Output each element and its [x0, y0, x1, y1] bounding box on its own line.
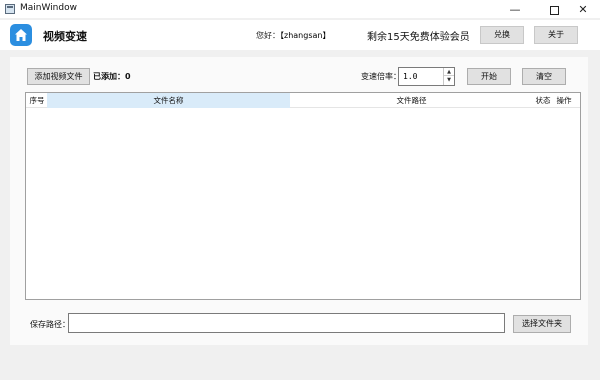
greeting-prefix: 您好：: [256, 31, 280, 40]
about-button[interactable]: 关于: [534, 26, 578, 44]
choose-folder-button[interactable]: 选择文件夹: [513, 315, 571, 333]
redeem-button[interactable]: 兑换: [480, 26, 524, 44]
column-header-seq[interactable]: 序号: [27, 93, 47, 108]
rate-spinbox[interactable]: 1.0 ▲ ▼: [398, 67, 455, 86]
spin-down-icon[interactable]: ▼: [444, 76, 454, 84]
app-logo: [10, 24, 32, 46]
save-path-input[interactable]: [68, 313, 505, 333]
greeting: 您好：【zhangsan】: [256, 30, 330, 41]
rate-label: 变速倍率：: [361, 72, 401, 81]
column-header-filename[interactable]: 文件名称: [47, 93, 290, 108]
added-count: 已添加：0: [93, 71, 131, 82]
file-table[interactable]: 序号 文件名称 文件路径 状态 操作: [25, 92, 581, 300]
main-panel: 添加视频文件 已添加：0 变速倍率： 1.0 ▲ ▼ 开始 清空 序号 文件名称…: [10, 57, 588, 345]
app-header: 视频变速 您好：【zhangsan】 剩余15天免费体验会员 兑换 关于: [0, 20, 600, 50]
maximize-icon: [549, 5, 559, 15]
added-label: 已添加：: [93, 72, 125, 81]
column-header-status[interactable]: 状态: [533, 93, 553, 108]
save-path-label: 保存路径：: [30, 320, 70, 329]
rate-value[interactable]: 1.0: [403, 72, 417, 81]
add-video-button[interactable]: 添加视频文件: [27, 68, 90, 85]
start-button[interactable]: 开始: [467, 68, 511, 85]
added-number: 0: [125, 72, 131, 81]
rate-spin-arrows[interactable]: ▲ ▼: [443, 68, 454, 85]
window-title: MainWindow: [20, 3, 77, 13]
column-header-action[interactable]: 操作: [553, 93, 575, 108]
table-header: 序号 文件名称 文件路径 状态 操作: [26, 93, 580, 108]
main-window: MainWindow — ✕ 视频变速 您好：【zhangsan】 剩余15天免…: [0, 0, 600, 380]
clear-button[interactable]: 清空: [522, 68, 566, 85]
close-button[interactable]: ✕: [566, 0, 600, 19]
minimize-button[interactable]: —: [498, 0, 532, 19]
title-bar: MainWindow — ✕: [0, 0, 600, 19]
spin-up-icon[interactable]: ▲: [444, 68, 454, 76]
window-icon: [5, 4, 15, 14]
column-header-filepath[interactable]: 文件路径: [290, 93, 533, 108]
home-icon: [15, 29, 27, 41]
app-name: 视频变速: [43, 30, 87, 43]
trial-status: 剩余15天免费体验会员: [367, 32, 470, 43]
username: 【zhangsan】: [280, 31, 331, 40]
